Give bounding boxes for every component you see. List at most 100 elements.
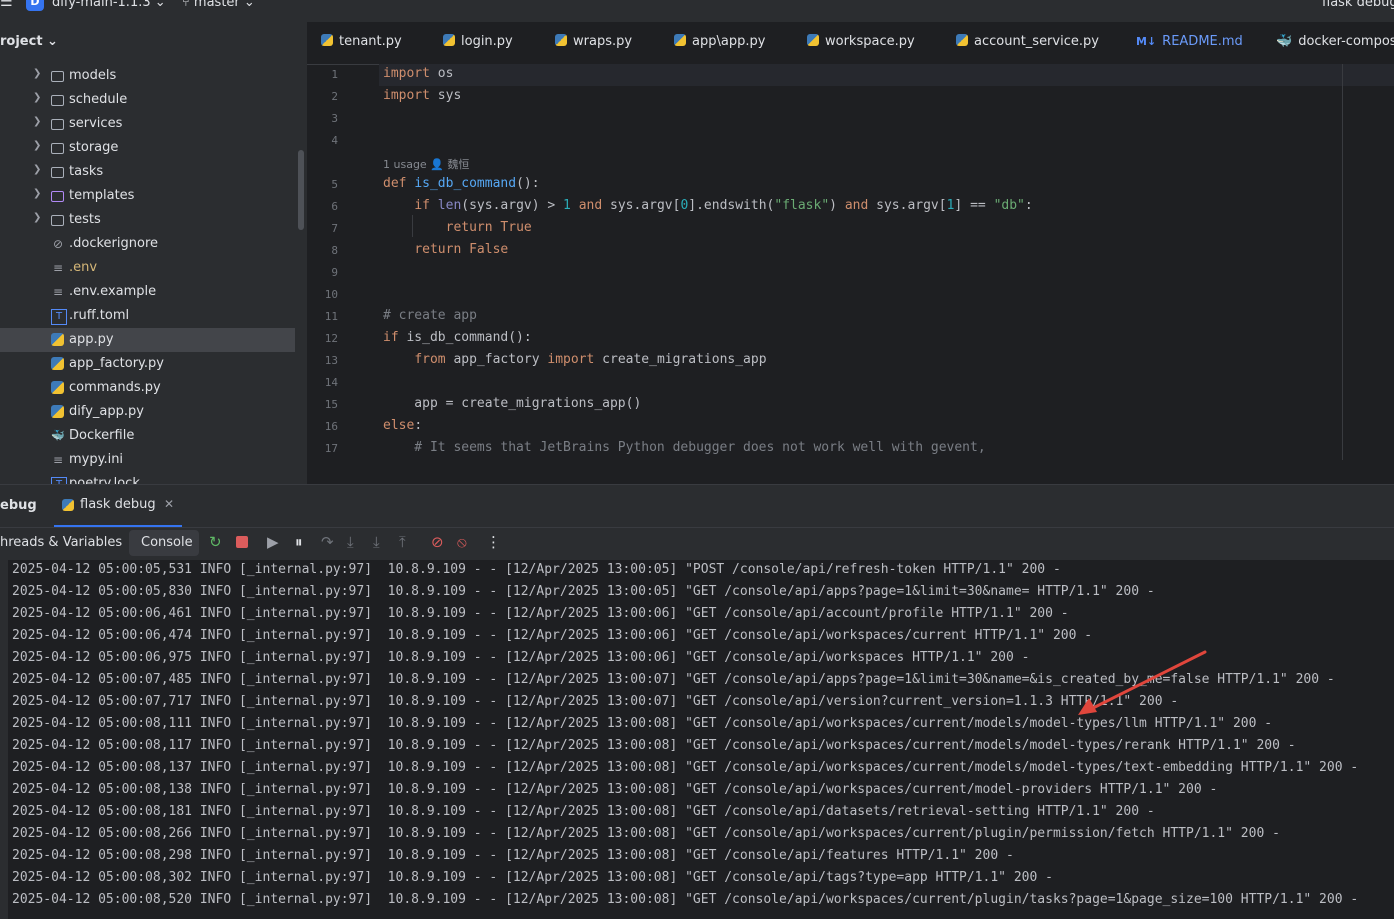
console-output[interactable]: 2025-04-12 05:00:05,531 INFO [_internal.… xyxy=(0,560,1394,919)
code-line[interactable]: import sys xyxy=(383,88,461,103)
line-number[interactable]: 9 xyxy=(307,266,338,279)
line-number[interactable]: 5 xyxy=(307,178,338,191)
chevron-right-icon[interactable]: ❯ xyxy=(33,140,41,151)
line-number[interactable]: 4 xyxy=(307,134,338,147)
console-log-line[interactable]: 2025-04-12 05:00:05,830 INFO [_internal.… xyxy=(12,584,1155,599)
tree-item[interactable]: ≡ mypy.ini xyxy=(0,448,295,472)
line-number-gutter[interactable]: 1 2 3 4 5 6 7 8 9 10 11 12 13 14 15 16 17 xyxy=(307,64,379,484)
chevron-right-icon[interactable]: ❯ xyxy=(33,212,41,223)
line-number[interactable]: 7 xyxy=(307,222,338,235)
line-number[interactable]: 15 xyxy=(307,398,338,411)
view-breakpoints-icon[interactable]: ⊘ xyxy=(431,534,444,550)
project-view-header[interactable]: roject ⌄ xyxy=(0,34,58,49)
tab-console[interactable]: Console xyxy=(141,535,193,550)
tree-item[interactable]: ❯ schedule xyxy=(0,88,295,112)
code-line[interactable]: if is_db_command(): xyxy=(383,330,532,345)
console-log-line[interactable]: 2025-04-12 05:00:08,181 INFO [_internal.… xyxy=(12,804,1155,819)
project-scrollbar[interactable] xyxy=(298,150,304,230)
tree-item[interactable]: ≡ .env.example xyxy=(0,280,295,304)
console-log-line[interactable]: 2025-04-12 05:00:08,111 INFO [_internal.… xyxy=(12,716,1272,731)
editor-tab[interactable]: M↓ README.md xyxy=(1136,34,1243,49)
run-configuration-selector[interactable]: flask debug xyxy=(1322,0,1394,10)
project-switcher[interactable]: dify-main-1.1.3 ⌄ xyxy=(52,0,166,10)
line-number[interactable]: 6 xyxy=(307,200,338,213)
step-into-icon[interactable]: ⤓ xyxy=(347,534,354,550)
tab-flask-debug[interactable]: flask debug ✕ xyxy=(54,485,182,527)
mute-breakpoints-icon[interactable]: ⦸ xyxy=(457,534,467,550)
tree-item[interactable]: T .ruff.toml xyxy=(0,304,295,328)
code-line[interactable]: def is_db_command(): xyxy=(383,176,540,191)
editor-tab[interactable]: account_service.py xyxy=(956,34,1099,49)
tree-item[interactable]: ❯ tasks xyxy=(0,160,295,184)
line-number[interactable]: 1 xyxy=(307,68,338,81)
code-line[interactable]: # create app xyxy=(383,308,477,323)
tree-item[interactable]: Tpoetry.lock xyxy=(0,472,295,484)
line-number[interactable]: 12 xyxy=(307,332,338,345)
tree-item[interactable]: ≡ .env xyxy=(0,256,295,280)
line-number[interactable]: 16 xyxy=(307,420,338,433)
stop-icon[interactable] xyxy=(236,536,248,548)
code-line[interactable]: return False xyxy=(383,242,508,257)
line-number[interactable]: 3 xyxy=(307,112,338,125)
tree-item[interactable]: ❯ storage xyxy=(0,136,295,160)
chevron-right-icon[interactable]: ❯ xyxy=(33,92,41,103)
console-log-line[interactable]: 2025-04-12 05:00:08,302 INFO [_internal.… xyxy=(12,870,1053,885)
step-over-icon[interactable]: ↷ xyxy=(321,534,334,550)
code-line[interactable]: from app_factory import create_migration… xyxy=(383,352,766,367)
line-number[interactable]: 8 xyxy=(307,244,338,257)
console-log-line[interactable]: 2025-04-12 05:00:08,117 INFO [_internal.… xyxy=(12,738,1296,753)
console-log-line[interactable]: 2025-04-12 05:00:07,717 INFO [_internal.… xyxy=(12,694,1178,709)
code-line[interactable]: # It seems that JetBrains Python debugge… xyxy=(383,440,985,455)
chevron-right-icon[interactable]: ❯ xyxy=(33,68,41,79)
code-line[interactable]: app = create_migrations_app() xyxy=(383,396,641,411)
line-number[interactable]: 10 xyxy=(307,288,338,301)
line-number[interactable]: 11 xyxy=(307,310,338,323)
chevron-right-icon[interactable]: ❯ xyxy=(33,188,41,199)
editor-tab[interactable]: wraps.py xyxy=(555,34,632,49)
tab-threads-variables[interactable]: hreads & Variables xyxy=(0,535,122,550)
line-number[interactable]: 13 xyxy=(307,354,338,367)
code-line[interactable]: import os xyxy=(383,66,453,81)
tree-item[interactable]: dify_app.py xyxy=(0,400,295,424)
main-menu-icon[interactable]: ☰ xyxy=(0,0,13,10)
tree-item[interactable]: ❯ models xyxy=(0,64,295,88)
close-icon[interactable]: ✕ xyxy=(164,497,174,511)
tree-item[interactable]: commands.py xyxy=(0,376,295,400)
tree-item[interactable]: app_factory.py xyxy=(0,352,295,376)
tree-item[interactable]: ❯ templates xyxy=(0,184,295,208)
editor-tab[interactable]: 🐳 docker-compos xyxy=(1276,34,1394,49)
chevron-right-icon[interactable]: ❯ xyxy=(33,164,41,175)
tree-item[interactable]: ⊘ .dockerignore xyxy=(0,232,295,256)
resume-icon[interactable]: ▶ xyxy=(267,534,279,550)
editor-tab[interactable]: login.py xyxy=(443,34,513,49)
code-line[interactable]: return True xyxy=(383,220,532,235)
step-out-icon[interactable]: ⤒ xyxy=(399,534,406,550)
tree-item[interactable]: 🐳 Dockerfile xyxy=(0,424,295,448)
project-badge[interactable]: D xyxy=(26,0,44,11)
code-editor[interactable]: 1 usage 👤 魏恒 import os import sys def is_d… xyxy=(383,64,1393,484)
branch-switcher[interactable]: ⑂ master ⌄ xyxy=(182,0,255,10)
tree-item[interactable]: app.py xyxy=(0,328,295,352)
more-icon[interactable]: ⋮ xyxy=(486,534,501,550)
console-log-line[interactable]: 2025-04-12 05:00:06,975 INFO [_internal.… xyxy=(12,650,1029,665)
tree-item[interactable]: ❯ tests xyxy=(0,208,295,232)
console-log-line[interactable]: 2025-04-12 05:00:08,298 INFO [_internal.… xyxy=(12,848,1014,863)
console-log-line[interactable]: 2025-04-12 05:00:08,138 INFO [_internal.… xyxy=(12,782,1217,797)
editor-tab[interactable]: tenant.py xyxy=(321,34,402,49)
line-number[interactable]: 17 xyxy=(307,442,338,455)
console-log-line[interactable]: 2025-04-12 05:00:06,461 INFO [_internal.… xyxy=(12,606,1069,621)
rerun-icon[interactable]: ↻ xyxy=(209,534,222,550)
line-number[interactable]: 14 xyxy=(307,376,338,389)
console-log-line[interactable]: 2025-04-12 05:00:06,474 INFO [_internal.… xyxy=(12,628,1092,643)
chevron-right-icon[interactable]: ❯ xyxy=(33,116,41,127)
force-step-into-icon[interactable]: ⤓ xyxy=(373,534,380,550)
console-log-line[interactable]: 2025-04-12 05:00:05,531 INFO [_internal.… xyxy=(12,562,1061,577)
console-log-line[interactable]: 2025-04-12 05:00:08,266 INFO [_internal.… xyxy=(12,826,1280,841)
editor-tab[interactable]: app\app.py xyxy=(674,34,765,49)
tree-item[interactable]: ❯ services xyxy=(0,112,295,136)
pause-icon[interactable]: ⏸ xyxy=(295,534,303,550)
editor-tab[interactable]: workspace.py xyxy=(807,34,915,49)
usage-inlay-hint[interactable]: 1 usage 👤 魏恒 xyxy=(383,156,469,172)
code-line[interactable]: else: xyxy=(383,418,422,433)
console-log-line[interactable]: 2025-04-12 05:00:08,520 INFO [_internal.… xyxy=(12,892,1358,907)
